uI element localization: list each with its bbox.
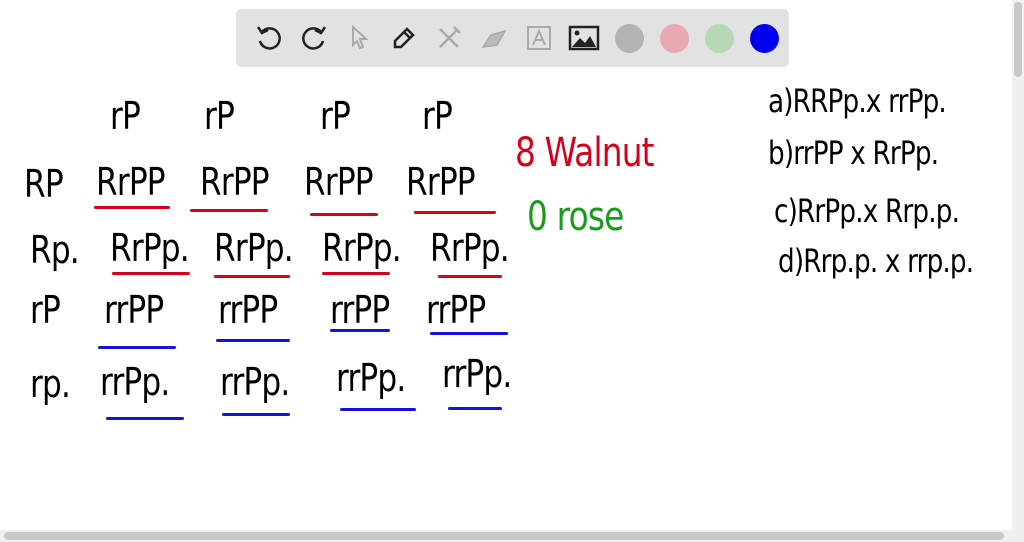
color-red[interactable]: [653, 17, 695, 59]
undo-icon[interactable]: [248, 17, 290, 59]
vertical-scrollbar[interactable]: [1012, 0, 1024, 530]
option-a: a)RRPp.x rrPp.: [768, 82, 947, 120]
cell: RrPP: [406, 160, 476, 204]
row-label: RP: [24, 162, 64, 206]
cell: rrPp.: [442, 352, 512, 396]
row-label: rP: [30, 288, 61, 332]
color-green[interactable]: [698, 17, 740, 59]
drawing-toolbar: [236, 9, 789, 67]
underline-red: [322, 272, 390, 275]
cell: RrPP: [304, 160, 374, 204]
option-d: d)Rrp.p. x rrp.p.: [778, 242, 974, 280]
cell: RrPp.: [322, 226, 402, 270]
redo-icon[interactable]: [293, 17, 335, 59]
underline-blue: [448, 407, 502, 410]
col-header: rP: [204, 94, 235, 138]
underline-red: [112, 272, 190, 275]
underline-red: [310, 213, 378, 216]
cell: RrPP: [200, 160, 270, 204]
underline-blue: [330, 329, 390, 332]
underline-blue: [430, 332, 508, 335]
underline-blue: [98, 346, 176, 349]
underline-red: [414, 211, 496, 214]
col-header: rP: [320, 94, 351, 138]
horizontal-scrollbar[interactable]: [0, 530, 1024, 542]
scrollbar-thumb[interactable]: [4, 532, 1004, 540]
eraser-icon[interactable]: [473, 17, 515, 59]
option-b: b)rrPP x RrPp.: [768, 134, 939, 172]
underline-blue: [222, 413, 290, 416]
cell: rrPP: [330, 288, 390, 332]
color-gray[interactable]: [608, 17, 650, 59]
pen-icon[interactable]: [383, 17, 425, 59]
underline-blue: [106, 417, 184, 420]
col-header: rP: [110, 94, 141, 138]
cell: RrPp.: [430, 226, 510, 270]
image-icon[interactable]: [563, 17, 605, 59]
cell: RrPP: [96, 160, 166, 204]
result-walnut: 8 Walnut: [515, 130, 655, 176]
scrollbar-thumb[interactable]: [1014, 2, 1022, 77]
cell: rrPp.: [336, 356, 406, 400]
cell: rrPP: [218, 288, 278, 332]
underline-blue: [340, 408, 416, 411]
text-icon[interactable]: [518, 17, 560, 59]
option-c: c)RrPp.x Rrp.p.: [774, 192, 960, 230]
underline-red: [438, 275, 502, 278]
cell: rrPp.: [220, 360, 290, 404]
select-icon[interactable]: [338, 17, 380, 59]
result-rose: 0 rose: [527, 194, 624, 240]
cell: RrPp.: [110, 226, 190, 270]
underline-red: [94, 206, 170, 209]
cell: RrPp.: [214, 226, 294, 270]
col-header: rP: [422, 94, 453, 138]
cell: rrPP: [426, 288, 486, 332]
tools-icon[interactable]: [428, 17, 470, 59]
underline-blue: [216, 339, 290, 342]
underline-red: [214, 275, 290, 278]
color-blue[interactable]: [743, 17, 785, 59]
underline-red: [190, 209, 268, 212]
row-label: rp.: [30, 362, 71, 406]
cell: rrPP: [104, 288, 164, 332]
row-label: Rp.: [30, 228, 80, 272]
cell: rrPp.: [100, 360, 170, 404]
